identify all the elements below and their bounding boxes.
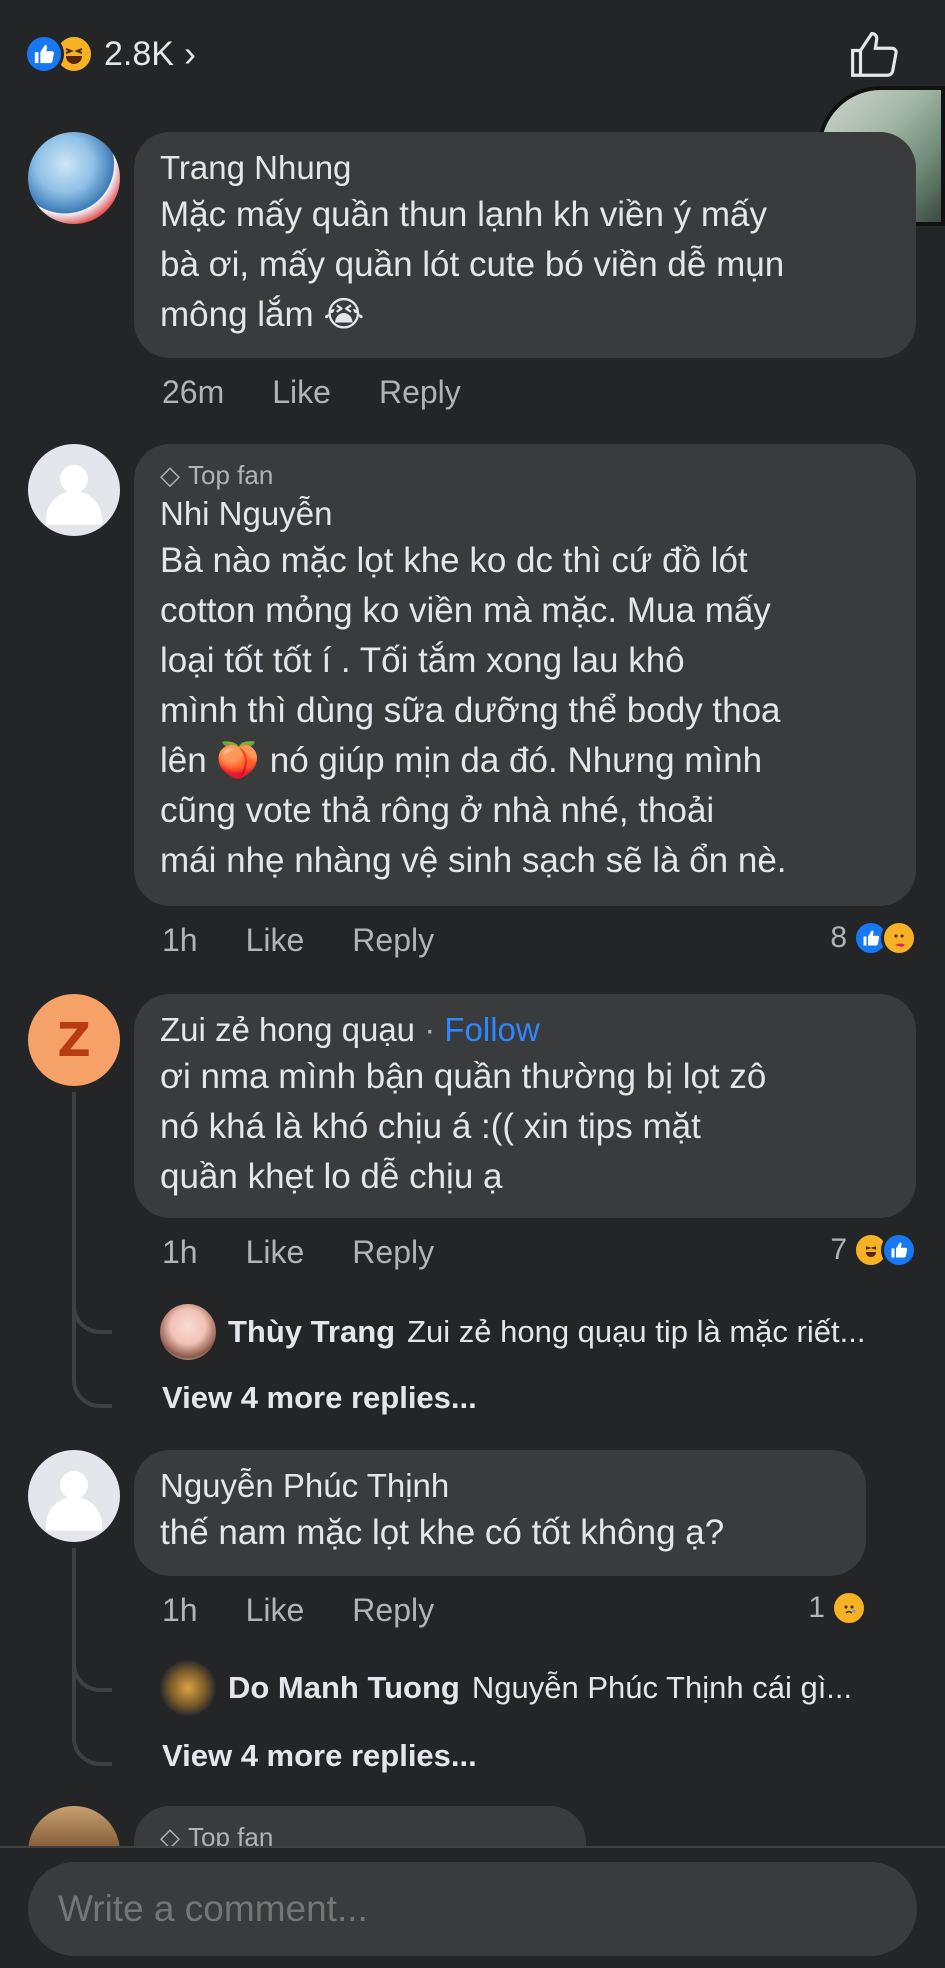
commenter-name[interactable]: Nhi Nguyễn bbox=[160, 492, 890, 536]
thread-connector bbox=[72, 1294, 112, 1334]
like-button[interactable]: Like bbox=[246, 1592, 305, 1629]
comment-text-line: ơi nma mình bận quần thường bị lọt zô bbox=[160, 1057, 767, 1096]
top-fan-badge: ◇ Top fan bbox=[160, 460, 274, 490]
diamond-icon: ◇ bbox=[160, 460, 180, 490]
like-reaction-icon bbox=[881, 1232, 917, 1268]
reaction-count: 2.8K bbox=[104, 34, 174, 73]
comment-reactions[interactable]: 1 bbox=[808, 1590, 867, 1626]
thread-connector bbox=[72, 1726, 112, 1766]
comment-text-line: Bà nào mặc lọt khe ko dc thì cứ đồ lót bbox=[160, 541, 748, 580]
sad-reaction-icon bbox=[831, 1590, 867, 1626]
comment-reactions[interactable]: 7 bbox=[830, 1232, 917, 1268]
reply-preview[interactable]: Thùy Trang Zui zẻ hong quạu tip là mặc r… bbox=[160, 1304, 920, 1360]
reaction-count: 1 bbox=[808, 1591, 825, 1624]
comment-reactions[interactable]: 8 bbox=[830, 920, 917, 956]
avatar[interactable] bbox=[28, 1450, 120, 1542]
reply-button[interactable]: Reply bbox=[352, 922, 434, 959]
comment-text-line: mình thì dùng sữa dưỡng thể body thoa bbox=[160, 691, 781, 730]
care-reaction-icon bbox=[881, 920, 917, 956]
comment-bubble[interactable]: ◇ Top fan Nhi Nguyễn Bà nào mặc lọt khe k… bbox=[134, 444, 916, 906]
reaction-count: 8 bbox=[830, 921, 847, 954]
view-more-replies-link[interactable]: View 4 more replies... bbox=[162, 1738, 477, 1774]
like-button[interactable]: Like bbox=[272, 374, 331, 411]
comment-actions: 1h Like Reply bbox=[162, 922, 482, 959]
comment-text-line: quần khẹt lo dễ chịu ạ bbox=[160, 1157, 503, 1196]
view-more-replies-link[interactable]: View 4 more replies... bbox=[162, 1380, 477, 1416]
avatar[interactable] bbox=[28, 444, 120, 536]
comment-text-line: loại tốt tốt í . Tối tắm xong lau khô bbox=[160, 641, 685, 680]
like-reaction-icon bbox=[24, 34, 64, 74]
commenter-name[interactable]: Nguyễn Phúc Thịnh bbox=[160, 1464, 840, 1508]
thread-connector bbox=[72, 1368, 112, 1408]
avatar[interactable] bbox=[160, 1304, 216, 1360]
comment-text-line: cũng vote thả rông ở nhà nhé, thoải bbox=[160, 791, 715, 830]
separator: · bbox=[424, 1011, 436, 1048]
timestamp: 1h bbox=[162, 1592, 198, 1628]
comment-text-line: bà ơi, mấy quần lót cute bó viền dễ mụn bbox=[160, 245, 785, 284]
comment-actions: 26m Like Reply bbox=[162, 374, 509, 411]
like-button[interactable]: Like bbox=[246, 1234, 305, 1271]
comment-actions: 1h Like Reply bbox=[162, 1234, 482, 1271]
follow-button[interactable]: Follow bbox=[444, 1011, 539, 1048]
comment-bubble[interactable]: Zui zẻ hong quạu · Follow ơi nma mình bậ… bbox=[134, 994, 916, 1218]
avatar[interactable] bbox=[28, 132, 120, 224]
reaction-summary[interactable]: 2.8K › bbox=[24, 33, 196, 74]
comment-bubble[interactable]: Nguyễn Phúc Thịnh thế nam mặc lọt khe có… bbox=[134, 1450, 866, 1576]
comment-text-line: thế nam mặc lọt khe có tốt không ạ? bbox=[160, 1513, 725, 1552]
reaction-count: 7 bbox=[830, 1233, 847, 1266]
commenter-name[interactable]: Trang Nhung bbox=[160, 146, 890, 190]
timestamp: 26m bbox=[162, 374, 225, 410]
reply-author[interactable]: Thùy Trang bbox=[228, 1314, 395, 1350]
reply-button[interactable]: Reply bbox=[379, 374, 461, 411]
timestamp: 1h bbox=[162, 922, 198, 958]
thumbs-up-icon bbox=[851, 32, 898, 77]
comment-text-line: mái nhẹ nhàng vệ sinh sạch sẽ là ổn nè. bbox=[160, 841, 787, 880]
avatar[interactable]: Z bbox=[28, 994, 120, 1086]
comment-text-line: nó khá là khó chịu á :(( xin tips mặt bbox=[160, 1107, 701, 1146]
comment-text-line: cotton mỏng ko viền mà mặc. Mua mấy bbox=[160, 591, 771, 630]
reply-button[interactable]: Reply bbox=[352, 1592, 434, 1629]
reply-text: Nguyễn Phúc Thịnh cái gì... bbox=[471, 1670, 853, 1705]
reply-button[interactable]: Reply bbox=[352, 1234, 434, 1271]
like-button[interactable]: Like bbox=[246, 922, 305, 959]
thread-connector bbox=[72, 1652, 112, 1692]
thread-line bbox=[72, 1092, 76, 1378]
chevron-right-icon: › bbox=[183, 33, 196, 74]
comment-input[interactable] bbox=[28, 1862, 917, 1956]
comment-actions: 1h Like Reply bbox=[162, 1592, 482, 1629]
like-post-button[interactable] bbox=[847, 28, 901, 82]
commenter-name[interactable]: Zui zẻ hong quạu bbox=[160, 1011, 415, 1048]
avatar[interactable] bbox=[160, 1660, 216, 1716]
reply-author[interactable]: Do Manh Tuong bbox=[228, 1670, 460, 1706]
comment-text-line: lên 🍑 nó giúp mịn da đó. Nhưng mình bbox=[160, 741, 763, 780]
reply-text: Zui zẻ hong quạu tip là mặc riết... bbox=[407, 1314, 866, 1349]
timestamp: 1h bbox=[162, 1234, 198, 1270]
comment-bubble[interactable]: Trang Nhung Mặc mấy quần thun lạnh kh vi… bbox=[134, 132, 916, 358]
comment-text-line: mông lắm 😭 bbox=[160, 295, 365, 334]
comment-text-line: Mặc mấy quần thun lạnh kh viền ý mấy bbox=[160, 195, 767, 234]
reply-preview[interactable]: Do Manh Tuong Nguyễn Phúc Thịnh cái gì..… bbox=[160, 1660, 920, 1716]
thread-line bbox=[72, 1548, 76, 1736]
